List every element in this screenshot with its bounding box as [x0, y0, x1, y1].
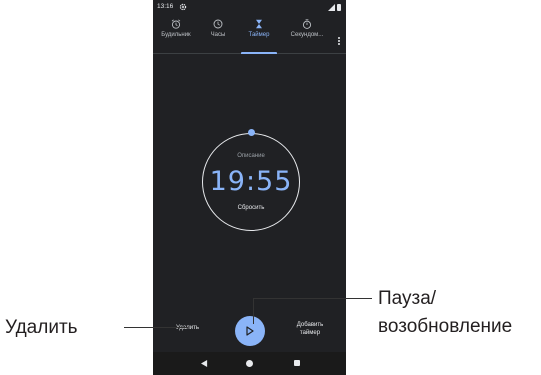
phone-screen: 13:16 Будильник Часы Таймер Секундом... …	[153, 0, 346, 375]
callout-pause-line	[253, 298, 372, 299]
alarm-icon	[171, 19, 181, 29]
callout-pause-vline	[253, 298, 254, 324]
callout-pause-line1: Пауза/	[378, 288, 437, 309]
play-icon	[246, 326, 254, 336]
home-icon[interactable]	[246, 360, 253, 367]
clock-icon	[213, 19, 223, 29]
callout-delete-line	[124, 327, 188, 328]
status-time: 13:16	[157, 3, 174, 10]
delete-button[interactable]: Удалить	[165, 325, 210, 331]
callout-delete: Удалить	[5, 317, 78, 338]
tab-alarm[interactable]: Будильник	[153, 14, 199, 54]
tab-clock-label: Часы	[210, 32, 226, 38]
tab-clock[interactable]: Часы	[199, 14, 237, 54]
tab-timer-label: Таймер	[248, 32, 270, 38]
signal-icon	[328, 4, 335, 11]
gear-icon	[179, 3, 187, 11]
play-pause-button[interactable]	[235, 316, 265, 346]
back-icon[interactable]	[201, 360, 208, 367]
tab-stopwatch[interactable]: Секундом...	[281, 14, 333, 54]
stopwatch-icon	[302, 19, 312, 29]
navigation-bar	[153, 352, 346, 375]
status-bar: 13:16	[153, 0, 346, 14]
battery-icon	[337, 4, 341, 11]
add-timer-button[interactable]: Добавить таймер	[285, 321, 335, 337]
reset-button[interactable]: Сбросить	[202, 205, 300, 211]
timer-value: 19:55	[209, 166, 293, 197]
add-timer-label-line1: Добавить	[296, 322, 324, 328]
tab-stopwatch-label: Секундом...	[290, 32, 324, 38]
tab-alarm-label: Будильник	[161, 32, 191, 38]
tab-timer[interactable]: Таймер	[237, 14, 281, 54]
recent-apps-icon[interactable]	[294, 360, 300, 366]
callout-pause-line2: возобновление	[378, 316, 513, 337]
overflow-menu-icon[interactable]	[334, 36, 344, 50]
hourglass-icon	[256, 19, 262, 29]
timer-progress-indicator	[248, 129, 255, 136]
timer-label[interactable]: Описание	[202, 153, 300, 159]
add-timer-label-line2: таймер	[299, 330, 321, 336]
tab-bar: Будильник Часы Таймер Секундом...	[153, 14, 346, 54]
